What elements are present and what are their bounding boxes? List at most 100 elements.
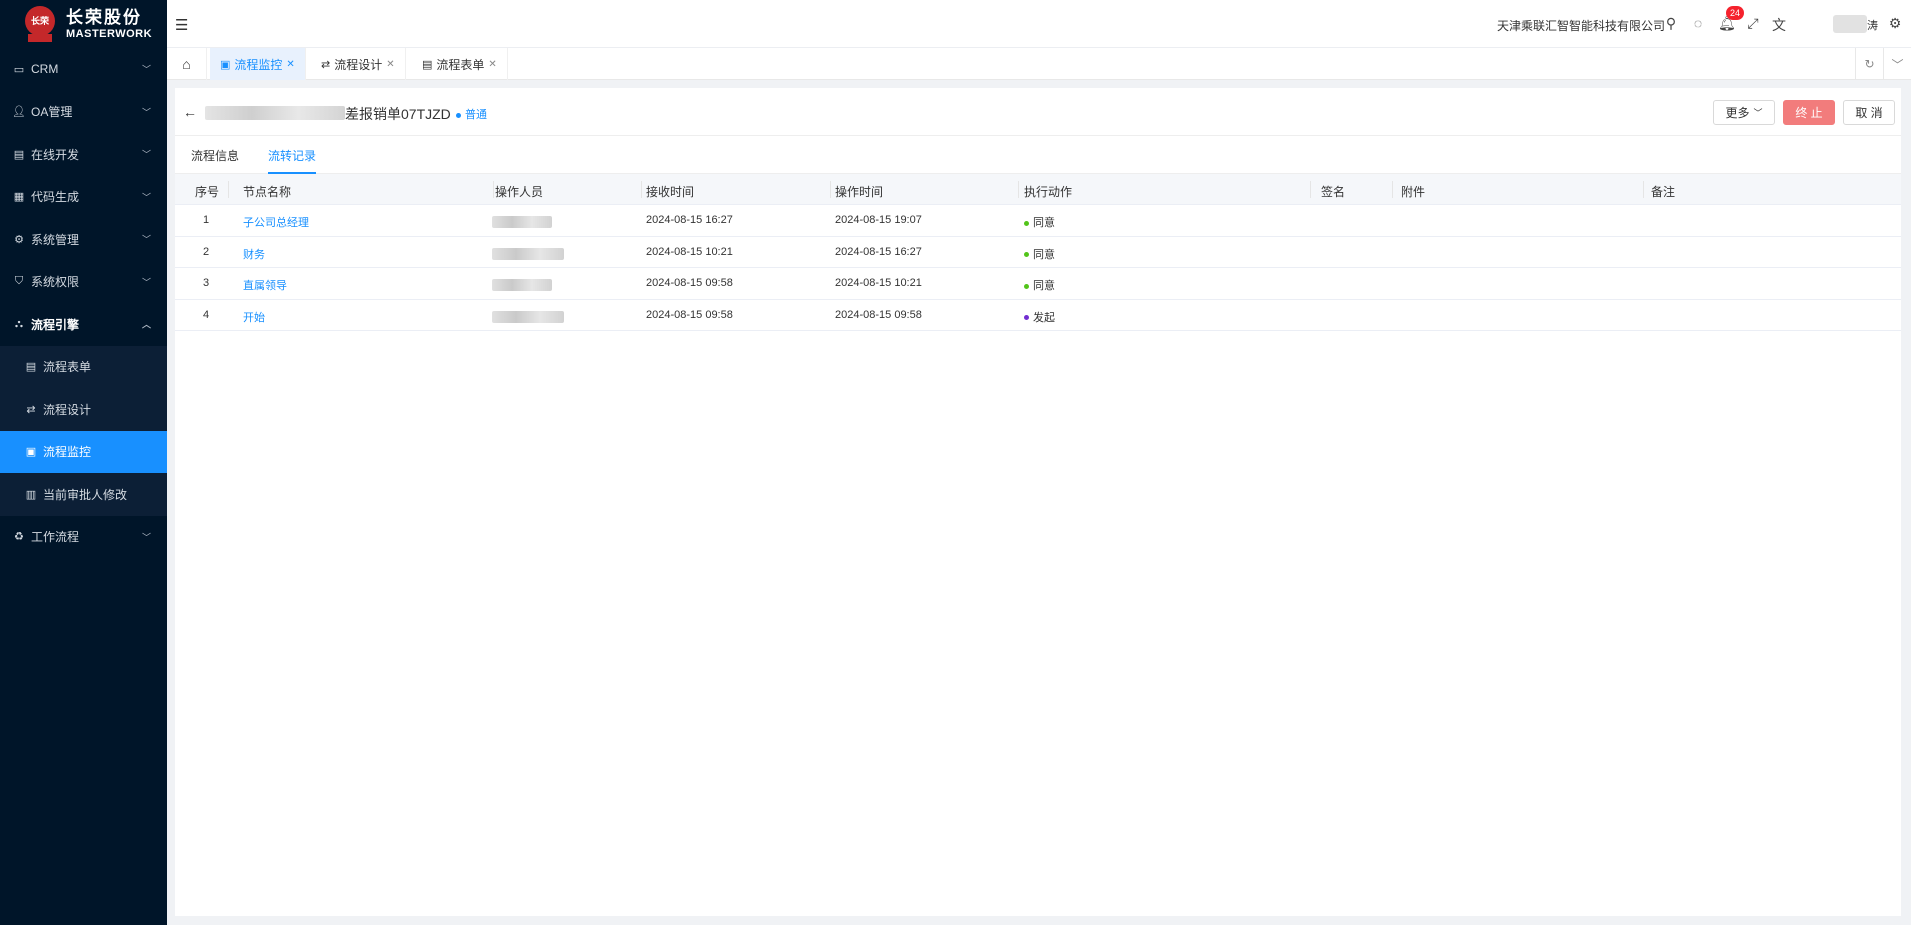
terminate-button[interactable]: 终 止 — [1783, 100, 1835, 125]
sidebar-item-label: CRM — [31, 62, 59, 77]
swap-icon: ⇄ — [321, 58, 331, 71]
table-row: 2 财务 2024-08-15 10:21 2024-08-15 16:27 同… — [175, 237, 1901, 268]
dev-icon: ▤ — [13, 148, 25, 161]
blurred-operator — [492, 310, 564, 323]
search-icon[interactable]: ⚲ — [1663, 15, 1679, 32]
sidebar-item-label: 系统管理 — [31, 232, 80, 247]
sidebar-item-crm[interactable]: ▭ CRM ﹀ — [0, 48, 167, 91]
table-row: 3 直属领导 2024-08-15 09:58 2024-08-15 10:21… — [175, 268, 1901, 300]
action-status: 同意 — [1024, 246, 1055, 262]
sidebar-item-label: 代码生成 — [31, 190, 80, 205]
more-button[interactable]: 更多 ﹀ — [1713, 100, 1775, 125]
sidebar-item-online-dev[interactable]: ▤ 在线开发 ﹀ — [0, 133, 167, 176]
close-icon[interactable]: ✕ — [488, 59, 496, 70]
tab-flow-design[interactable]: ⇄ 流程设计 ✕ — [311, 48, 406, 80]
sidebar-item-label: 系统权限 — [31, 275, 80, 290]
tab-flow-form[interactable]: ▤ 流程表单 ✕ — [412, 48, 508, 80]
sidebar-item-label: 流程监控 — [43, 445, 92, 460]
sidebar-item-flow-design[interactable]: ⇄ 流程设计 — [0, 388, 167, 431]
operated-time: 2024-08-15 19:07 — [835, 214, 922, 226]
sidebar-item-codegen[interactable]: ▦ 代码生成 ﹀ — [0, 176, 167, 219]
sidebar-item-label: 流程表单 — [43, 360, 92, 375]
doc-icon: ▥ — [25, 488, 37, 501]
sidebar-item-label: 流程设计 — [43, 402, 92, 417]
user-name[interactable]: 涛 — [1867, 17, 1878, 33]
operated-time: 2024-08-15 10:21 — [835, 277, 922, 289]
tab-flow-records[interactable]: 流转记录 — [268, 147, 317, 174]
shield-icon: ⛉ — [14, 275, 24, 288]
tab-flow-info[interactable]: 流程信息 — [191, 147, 239, 172]
action-status: 同意 — [1024, 277, 1055, 293]
column-header: 备注 — [1651, 185, 1676, 199]
logo[interactable]: 长荣 长荣股份 MASTERWORK — [0, 0, 167, 48]
column-header: 节点名称 — [243, 185, 292, 199]
tab-home[interactable]: ⌂ — [167, 48, 207, 80]
chevron-down-icon: ﹀ — [141, 532, 151, 543]
logo-mark-icon: 长荣 — [24, 4, 56, 44]
cancel-button[interactable]: 取 消 — [1843, 100, 1895, 125]
fullscreen-icon[interactable]: ⤢ — [1745, 15, 1761, 32]
sidebar-item-label: 工作流程 — [31, 530, 80, 545]
tab-label: 流程表单 — [436, 57, 485, 72]
back-arrow-icon[interactable]: ← — [183, 104, 197, 120]
sidebar-item-label: 当前审批人修改 — [43, 487, 128, 502]
status-dot — [1024, 220, 1029, 226]
laptop-icon: ▭ — [13, 63, 25, 76]
tab-label: 流程设计 — [334, 57, 383, 72]
tabs-bar: ⌂ ▣ 流程监控 ✕ ⇄ 流程设计 ✕ ▤ 流程表单 ✕ ↻ ﹀ — [167, 48, 1911, 80]
menu-toggle-icon[interactable]: ☰ — [175, 16, 188, 34]
sidebar-item-label: 流程引擎 — [31, 317, 80, 332]
sidebar-item-flow-engine[interactable]: ⛬ 流程引擎 ︿ — [0, 303, 167, 346]
sidebar-item-oa[interactable]: 👤︎ OA管理 ﹀ — [0, 91, 167, 134]
action-status: 同意 — [1024, 214, 1055, 230]
node-name-link[interactable]: 财务 — [243, 246, 265, 262]
status-dot — [1024, 252, 1029, 258]
sidebar-item-approver-edit[interactable]: ▥ 当前审批人修改 — [0, 473, 167, 516]
column-header: 签名 — [1321, 185, 1346, 199]
translate-icon[interactable]: 文 — [1771, 15, 1787, 35]
tab-flow-monitor[interactable]: ▣ 流程监控 ✕ — [210, 48, 306, 80]
code-icon: ▦ — [13, 191, 25, 204]
settings-icon[interactable]: ⚙ — [1887, 15, 1903, 32]
logo-cn-text: 长荣股份 — [66, 7, 142, 27]
table-row: 1 子公司总经理 2024-08-15 16:27 2024-08-15 19:… — [175, 205, 1901, 237]
chevron-up-icon: ︿ — [141, 319, 151, 330]
operated-time: 2024-08-15 16:27 — [835, 245, 922, 258]
refresh-icon[interactable]: ↻ — [1855, 48, 1883, 80]
received-time: 2024-08-15 16:27 — [646, 214, 733, 226]
priority-badge: 普通 — [456, 106, 487, 122]
chevron-down-icon: ﹀ — [141, 107, 151, 118]
received-time: 2024-08-15 09:58 — [646, 277, 733, 289]
close-icon[interactable]: ✕ — [286, 59, 294, 70]
monitor-icon: ▣ — [25, 446, 37, 459]
table-header: 序号 节点名称 操作人员 接收时间 操作时间 执行动作 签名 附件 备注 — [175, 174, 1901, 205]
chevron-down-icon[interactable]: ﹀ — [1883, 48, 1911, 80]
sidebar-item-permission[interactable]: ⛉ 系统权限 ﹀ — [0, 261, 167, 304]
column-header: 附件 — [1401, 185, 1426, 199]
message-icon[interactable]: ◌ — [1690, 15, 1706, 31]
sidebar-item-label: OA管理 — [31, 105, 73, 120]
blurred-applicant — [205, 106, 345, 120]
row-number: 4 — [203, 308, 210, 321]
received-time: 2024-08-15 10:21 — [646, 245, 733, 258]
company-name[interactable]: 天津乘联汇智智能科技有限公司 — [1497, 17, 1665, 34]
close-icon[interactable]: ✕ — [386, 59, 394, 70]
action-status: 发起 — [1024, 309, 1055, 325]
row-number: 3 — [203, 277, 210, 289]
node-name-link[interactable]: 直属领导 — [243, 277, 287, 293]
node-name-link[interactable]: 开始 — [243, 309, 265, 325]
chevron-down-icon: ﹀ — [141, 192, 151, 203]
page-titlebar: ← 差报销单07TJZD 普通 更多 ﹀ 终 止 取 消 — [175, 88, 1901, 136]
sidebar-item-workflow[interactable]: ♻ 工作流程 ﹀ — [0, 516, 167, 559]
sidebar-item-flow-monitor[interactable]: ▣ 流程监控 — [0, 430, 167, 473]
avatar[interactable] — [1833, 15, 1867, 33]
swap-icon: ⇄ — [26, 403, 36, 416]
received-time: 2024-08-15 09:58 — [646, 308, 733, 321]
node-name-link[interactable]: 子公司总经理 — [243, 214, 309, 230]
user-icon: 👤︎ — [12, 106, 26, 119]
chevron-down-icon: ﹀ — [141, 64, 151, 75]
sidebar: 长荣 长荣股份 MASTERWORK ▭ CRM ﹀ 👤︎ OA管理 ﹀ ▤ 在… — [0, 0, 167, 925]
chevron-down-icon: ﹀ — [141, 277, 151, 288]
sidebar-item-system[interactable]: ⚙ 系统管理 ﹀ — [0, 218, 167, 261]
sidebar-item-flow-form[interactable]: ▤ 流程表单 — [0, 346, 167, 389]
